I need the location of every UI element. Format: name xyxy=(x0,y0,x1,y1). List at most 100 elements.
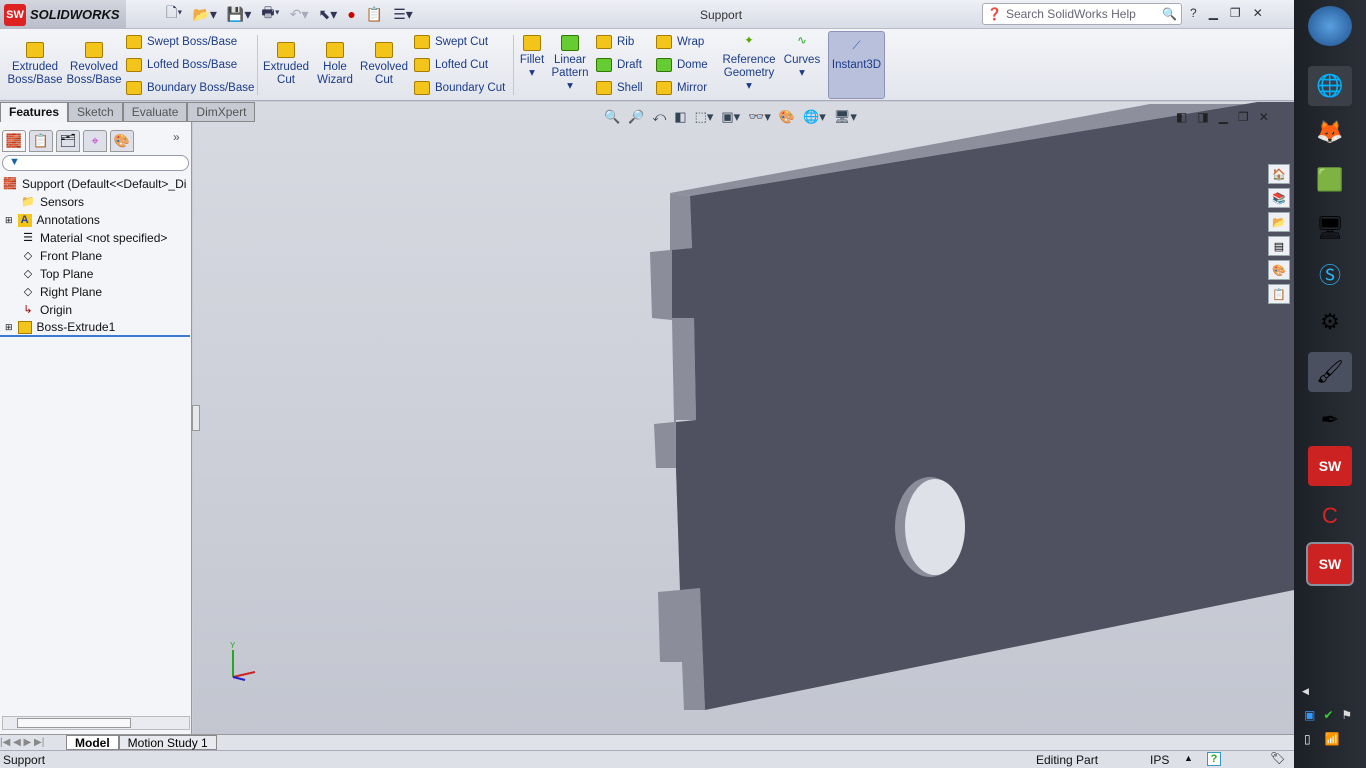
tree-item-top-plane[interactable]: ◇ Top Plane xyxy=(0,265,190,283)
panel-collapse-handle[interactable] xyxy=(192,405,200,431)
rebuild-icon[interactable]: ● xyxy=(347,6,355,22)
swept-cut-button[interactable]: Swept Cut xyxy=(414,35,488,49)
tab-dimxpert[interactable]: DimXpert xyxy=(187,102,256,122)
tree-item-origin[interactable]: ↳ Origin xyxy=(0,301,190,319)
show-hidden-icons[interactable]: ◀ xyxy=(1302,686,1309,697)
view-palette-icon[interactable]: ▤ xyxy=(1268,236,1290,256)
tree-item-material[interactable]: ☰ Material <not specified> xyxy=(0,229,190,247)
tab-features[interactable]: Features xyxy=(0,102,69,122)
firefox-icon[interactable]: 🦊 xyxy=(1308,112,1352,152)
start-button-icon[interactable] xyxy=(1308,6,1352,46)
units-selector[interactable]: IPS xyxy=(1150,753,1169,767)
fillet-button[interactable]: Fillet ▾ xyxy=(516,35,548,80)
curves-button[interactable]: ∿ Curves ▾ xyxy=(782,35,822,80)
feature-tree-scrollbar[interactable] xyxy=(2,716,190,730)
tab-evaluate[interactable]: Evaluate xyxy=(122,102,188,122)
configuration-manager-tab-icon[interactable]: 🗂 xyxy=(56,130,80,152)
solidworks-active-taskbar-icon[interactable]: SW xyxy=(1306,542,1354,586)
view-settings-icon[interactable]: 🖥▾ xyxy=(834,109,857,125)
skype-icon[interactable]: Ⓢ xyxy=(1308,254,1352,294)
security-check-icon[interactable]: ✔ xyxy=(1323,708,1333,722)
tab-scroll-arrows-icon[interactable]: |◀ ◀ ▶ ▶| xyxy=(0,737,66,748)
chrome-icon[interactable]: 🌐 xyxy=(1308,66,1352,106)
minimize-icon[interactable]: ▁ xyxy=(1209,6,1218,20)
feature-tree-tab-icon[interactable]: 🧱 xyxy=(2,130,26,152)
close-icon[interactable]: ✕ xyxy=(1259,110,1269,124)
hide-show-icon[interactable]: 👓▾ xyxy=(748,109,771,125)
design-library-icon[interactable]: 📚 xyxy=(1268,188,1290,208)
custom-properties-icon[interactable]: 📋 xyxy=(1268,284,1290,304)
monitor-app-icon[interactable]: 🖥 xyxy=(1308,208,1352,248)
battery-icon[interactable]: ▯ xyxy=(1304,732,1311,746)
open-icon[interactable]: 📂▾ xyxy=(192,6,216,23)
options-icon[interactable]: ☰▾ xyxy=(393,6,413,23)
prev-icon[interactable]: ◧ xyxy=(1176,110,1187,124)
tab-sketch[interactable]: Sketch xyxy=(68,102,123,122)
zoom-to-fit-icon[interactable]: 🔍 xyxy=(604,109,620,125)
minimize-icon[interactable]: ▁ xyxy=(1219,110,1228,124)
ccleaner-icon[interactable]: C xyxy=(1308,496,1352,536)
edit-appearance-icon[interactable]: 🎨 xyxy=(779,109,795,125)
extruded-cut-button[interactable]: Extruded Cut xyxy=(260,42,312,87)
graphics-area[interactable]: Y xyxy=(193,96,1294,734)
part-model[interactable]: Y xyxy=(193,96,1294,734)
expand-icon[interactable]: » xyxy=(173,130,180,152)
dome-button[interactable]: Dome xyxy=(656,58,708,72)
lofted-boss-button[interactable]: Lofted Boss/Base xyxy=(126,58,237,72)
restore-icon[interactable]: ❐ xyxy=(1238,110,1249,124)
select-icon[interactable]: ⬉▾ xyxy=(319,6,338,23)
units-arrow-icon[interactable]: ▲ xyxy=(1184,753,1193,763)
section-view-icon[interactable]: ◧ xyxy=(674,109,686,125)
hole-wizard-button[interactable]: Hole Wizard xyxy=(314,42,356,87)
search-icon[interactable]: 🔍 xyxy=(1162,7,1177,21)
view-orientation-icon[interactable]: ⬚▾ xyxy=(695,109,714,125)
minecraft-icon[interactable]: 🟩 xyxy=(1308,160,1352,200)
new-icon[interactable]: 🗋▾ xyxy=(166,2,182,26)
dimxpert-manager-tab-icon[interactable]: ⌖ xyxy=(83,130,107,152)
network-icon[interactable]: ▣ xyxy=(1304,708,1315,722)
inkscape-icon[interactable]: ✒ xyxy=(1308,400,1352,440)
display-manager-tab-icon[interactable]: 🎨 xyxy=(110,130,134,152)
lofted-cut-button[interactable]: Lofted Cut xyxy=(414,58,488,72)
file-explorer-icon[interactable]: 📂 xyxy=(1268,212,1290,232)
action-center-flag-icon[interactable]: ⚑ xyxy=(1341,708,1352,722)
file-properties-icon[interactable]: 📋 xyxy=(366,6,383,23)
tab-motion-study-1[interactable]: Motion Study 1 xyxy=(118,735,217,750)
appearances-icon[interactable]: 🎨 xyxy=(1268,260,1290,280)
signal-icon[interactable]: 📶 xyxy=(1325,732,1340,746)
help-search-input[interactable]: ❓ Search SolidWorks Help 🔍 xyxy=(982,3,1182,25)
linear-pattern-button[interactable]: Linear Pattern ▾ xyxy=(550,35,590,93)
steam-icon[interactable]: ⚙ xyxy=(1308,302,1352,342)
print-icon[interactable]: 🖶▾ xyxy=(261,2,279,26)
tree-item-sensors[interactable]: 📁 Sensors xyxy=(0,193,190,211)
previous-view-icon[interactable]: ⤺ xyxy=(652,109,666,125)
solidworks-taskbar-icon[interactable]: SW xyxy=(1308,446,1352,486)
next-icon[interactable]: ◨ xyxy=(1197,110,1208,124)
tree-root-part[interactable]: 🧱 Support (Default<<Default>_Di xyxy=(0,175,190,193)
zoom-area-icon[interactable]: 🔎 xyxy=(628,109,644,125)
tree-filter-input[interactable]: ▼ xyxy=(2,155,189,171)
tab-model[interactable]: Model xyxy=(66,735,119,750)
tag-icon[interactable]: 🏷 xyxy=(1270,751,1285,765)
boundary-boss-button[interactable]: Boundary Boss/Base xyxy=(126,81,254,95)
tree-item-annotations[interactable]: ⊞ A Annotations xyxy=(0,211,190,229)
home-icon[interactable]: 🏠 xyxy=(1268,164,1290,184)
save-icon[interactable]: 💾▾ xyxy=(227,6,251,23)
instant3d-button[interactable]: ⟋ Instant3D xyxy=(828,31,885,99)
property-manager-tab-icon[interactable]: 📋 xyxy=(29,130,53,152)
shell-button[interactable]: Shell xyxy=(596,81,643,95)
rib-button[interactable]: Rib xyxy=(596,35,634,49)
tree-item-boss-extrude1[interactable]: ⊞ Boss-Extrude1 xyxy=(0,319,190,337)
paint-app-icon[interactable]: 🖌 xyxy=(1308,352,1352,392)
wrap-button[interactable]: Wrap xyxy=(656,35,704,49)
display-style-icon[interactable]: ▣▾ xyxy=(721,109,740,125)
swept-boss-button[interactable]: Swept Boss/Base xyxy=(126,35,237,49)
boundary-cut-button[interactable]: Boundary Cut xyxy=(414,81,505,95)
close-icon[interactable]: ✕ xyxy=(1253,6,1263,20)
quick-tips-help-icon[interactable]: ? xyxy=(1207,752,1221,766)
help-button[interactable]: ? xyxy=(1190,6,1197,20)
draft-button[interactable]: Draft xyxy=(596,58,642,72)
tree-item-front-plane[interactable]: ◇ Front Plane xyxy=(0,247,190,265)
apply-scene-icon[interactable]: 🌐▾ xyxy=(803,109,826,125)
mirror-button[interactable]: Mirror xyxy=(656,81,707,95)
